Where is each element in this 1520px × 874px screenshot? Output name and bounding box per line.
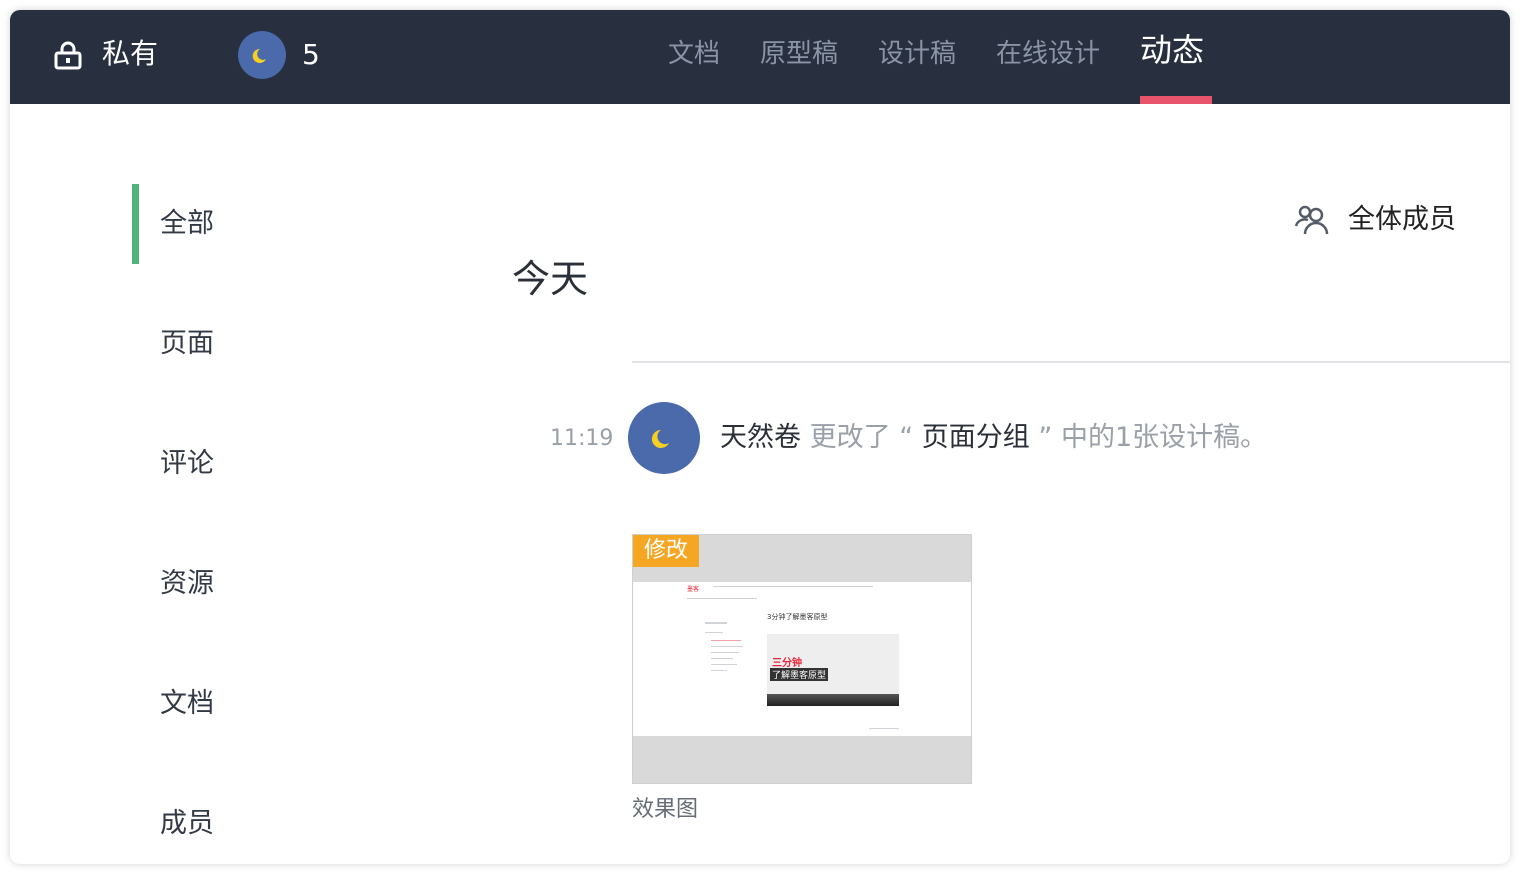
members-icon	[1294, 205, 1329, 235]
preview-title: 3分钟了解墨客原型	[767, 613, 828, 621]
avatar[interactable]	[238, 31, 286, 79]
preview-video: 三分钟 了解墨客原型	[767, 634, 899, 706]
lock-icon	[54, 41, 82, 70]
sidebar-item-all[interactable]: 全部	[160, 204, 214, 244]
modified-badge: 修改	[633, 535, 699, 567]
close-quote: ”	[1038, 422, 1053, 453]
preview-sidebar-line	[711, 658, 733, 659]
preview-footer-line	[869, 728, 899, 729]
day-heading: 今天	[512, 257, 589, 301]
preview-logo: 墨客	[687, 586, 700, 593]
preview-sidebar-line	[705, 632, 723, 633]
preview-breadcrumb-line	[687, 598, 757, 599]
activity-action: 更改了	[809, 422, 891, 453]
preview-nav-line	[713, 586, 873, 587]
member-count[interactable]: 5	[302, 35, 320, 75]
design-thumbnail[interactable]: 墨客 3分钟了解墨客原型 三分钟 了解墨客原型 修改	[632, 534, 972, 784]
top-bar: 私有 5 文档 原型稿 设计稿 在线设计 动态	[10, 10, 1510, 104]
app-window: 私有 5 文档 原型稿 设计稿 在线设计 动态 全部 页面 评论 资源 文档 成…	[10, 10, 1510, 864]
thumbnail-caption[interactable]: 效果图	[632, 794, 698, 826]
divider	[632, 361, 1510, 363]
preview-sidebar-line	[711, 646, 743, 647]
member-filter-label: 全体成员	[1348, 204, 1456, 235]
tab-activity[interactable]: 动态	[1140, 30, 1204, 70]
preview-sidebar-line	[711, 670, 727, 671]
preview-sidebar-line	[711, 652, 739, 653]
privacy-label[interactable]: 私有	[102, 34, 158, 74]
sidebar-active-indicator	[132, 184, 139, 264]
preview-sidebar-line	[711, 664, 737, 665]
sidebar-item-comments[interactable]: 评论	[160, 444, 214, 484]
sidebar-item-members[interactable]: 成员	[160, 804, 214, 844]
preview-sidebar-line	[711, 640, 741, 641]
sidebar-item-resources[interactable]: 资源	[160, 564, 214, 604]
preview-video-controls	[767, 694, 899, 706]
moon-icon	[252, 48, 266, 63]
tab-docs[interactable]: 文档	[668, 34, 720, 74]
sidebar-item-pages[interactable]: 页面	[160, 324, 214, 364]
tab-prototype[interactable]: 原型稿	[760, 34, 838, 74]
moon-icon	[651, 429, 669, 448]
open-quote: “	[899, 422, 914, 453]
activity-time: 11:19	[550, 426, 614, 451]
activity-user[interactable]: 天然卷	[720, 422, 801, 453]
activity-description: 天然卷 更改了 “ 页面分组 ” 中的1张设计稿。	[720, 418, 1267, 458]
preview-sidebar-line	[705, 622, 727, 624]
user-avatar[interactable]	[628, 402, 700, 474]
thumbnail-preview: 墨客 3分钟了解墨客原型 三分钟 了解墨客原型	[633, 582, 971, 736]
sidebar-item-docs[interactable]: 文档	[160, 684, 214, 724]
activity-suffix: 中的1张设计稿。	[1060, 422, 1268, 453]
active-tab-indicator	[1140, 96, 1212, 104]
activity-group[interactable]: 页面分组	[922, 422, 1030, 453]
tab-design[interactable]: 设计稿	[878, 34, 956, 74]
preview-dark-text: 了解墨客原型	[770, 668, 829, 681]
preview-red-text: 三分钟	[772, 658, 802, 669]
tab-online-design[interactable]: 在线设计	[996, 34, 1100, 74]
